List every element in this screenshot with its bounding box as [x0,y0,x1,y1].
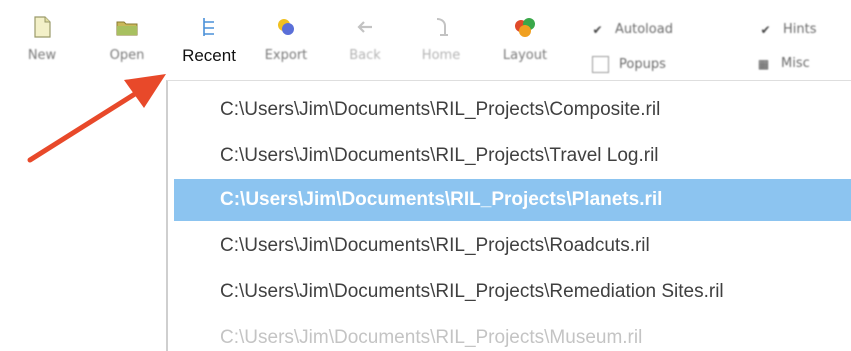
back-arrow-icon [357,21,372,33]
recent-file-item[interactable]: C:\Users\Jim\Documents\RIL_Projects\Road… [174,225,851,267]
back-button[interactable]: Back [340,8,390,78]
open-button-label: Open [109,48,145,63]
export-button-label: Export [264,48,308,63]
recent-list-icon [203,18,214,36]
layout-button-label: Layout [502,48,548,63]
hints-label: Hints [783,22,817,37]
layout-button[interactable]: Layout [488,8,562,78]
recent-file-item[interactable]: C:\Users\Jim\Documents\RIL_Projects\Reme… [174,271,851,313]
autoload-checkbox[interactable]: ✔ Autoload [590,22,673,37]
popups-checkbox[interactable]: Popups [592,56,666,73]
popups-label: Popups [619,57,666,72]
annotation-arrow-icon [27,74,166,163]
autoload-label: Autoload [615,22,673,37]
home-icon [436,18,448,36]
misc-option[interactable]: ▦ Misc [756,56,810,71]
new-button-label: New [27,48,57,63]
hints-checkbox[interactable]: ✔ Hints [758,22,817,37]
export-icon [278,19,294,35]
recent-button[interactable]: Recent [172,8,246,78]
recent-file-item[interactable]: C:\Users\Jim\Documents\RIL_Projects\Trav… [174,135,851,177]
grid-icon: ▦ [757,56,770,71]
new-file-icon [34,16,51,38]
checkmark-icon: ✔ [592,22,603,37]
misc-label: Misc [781,56,810,71]
recent-files-menu: C:\Users\Jim\Documents\RIL_Projects\Comp… [166,80,851,351]
home-button[interactable]: Home [412,8,470,78]
layout-icon [515,18,535,37]
unchecked-box-icon [592,56,609,73]
recent-file-item-selected[interactable]: C:\Users\Jim\Documents\RIL_Projects\Plan… [174,179,851,221]
recent-file-item[interactable]: C:\Users\Jim\Documents\RIL_Projects\Comp… [174,89,851,131]
home-button-label: Home [421,48,461,63]
back-button-label: Back [349,48,381,63]
recent-button-label: Recent [182,46,236,65]
checkmark-icon: ✔ [760,22,771,37]
folder-icon [116,21,138,36]
recent-file-item[interactable]: C:\Users\Jim\Documents\RIL_Projects\Muse… [174,317,851,351]
export-button[interactable]: Export [250,8,322,78]
